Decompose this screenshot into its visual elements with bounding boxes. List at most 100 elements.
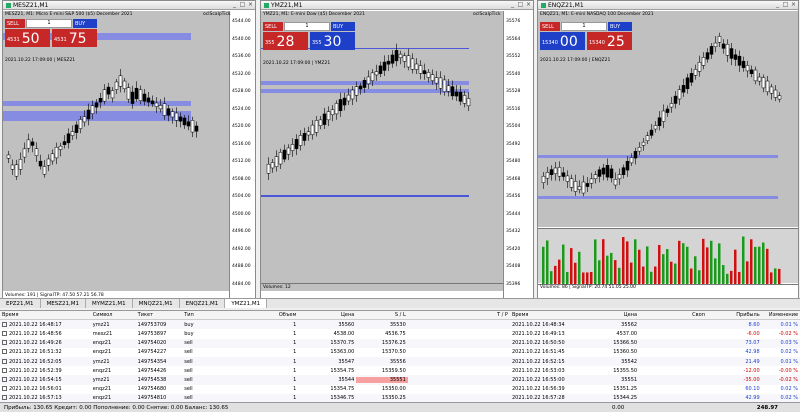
volume-input[interactable]: 1	[26, 19, 72, 28]
column-header[interactable]: Изменение	[762, 312, 800, 318]
chart-tab[interactable]: ENQZ21,M1	[180, 299, 226, 308]
chart-window-enqz21[interactable]: ENQZ21,M1 _ □ × ENQZ21, M1: E-mini NASDAQ …	[537, 0, 799, 302]
table-row[interactable]: 2021.10.22 16:49:26 enqz21 149754020 sell 1 1…	[0, 338, 800, 348]
chart-info: 2021.10.22 17:09:00 | YMZ21	[263, 61, 331, 66]
price-tick-label: 35480	[506, 159, 521, 164]
chart-tab[interactable]: MNQZ21,M1	[133, 299, 180, 308]
volume-bar	[722, 265, 725, 284]
table-cell: 149754426	[137, 367, 167, 374]
table-cell: sell	[184, 358, 193, 365]
table-cell: 4537.00	[616, 330, 638, 337]
table-cell: sell	[184, 386, 193, 393]
candle	[330, 109, 335, 115]
minimize-icon[interactable]: _	[774, 2, 781, 8]
maximize-icon[interactable]: □	[239, 2, 246, 8]
chart-tab[interactable]: YMZ21,M1	[225, 299, 268, 308]
candle	[557, 167, 562, 177]
candle	[454, 91, 459, 97]
column-header[interactable]: S / L	[356, 312, 407, 318]
bid-price[interactable]: 355 28	[263, 32, 308, 50]
maximize-icon[interactable]: □	[517, 2, 524, 8]
chart-window-mesz21[interactable]: MESZ21,M1 _ □ × 4544.00 4540.00 4536.00 4532.…	[2, 0, 256, 302]
minimize-icon[interactable]: _	[509, 2, 516, 8]
price-tick-label: 35504	[506, 124, 521, 129]
table-cell: 2021.10.22 16:48:56	[0, 330, 91, 337]
candle	[134, 87, 139, 100]
one-click-trading-panel: SELL 1 BUY 355 28 355 30	[263, 22, 368, 52]
candle	[186, 121, 191, 127]
column-header[interactable]: Цена	[581, 312, 639, 318]
ask-price[interactable]: 15340 25	[587, 32, 632, 50]
candle	[66, 133, 71, 144]
column-header[interactable]: Своп	[639, 312, 707, 318]
column-header[interactable]: Символ	[91, 312, 136, 318]
price-chart[interactable]	[3, 11, 231, 291]
volume-bar	[574, 262, 577, 284]
table-row[interactable]: 2021.10.22 16:52:05 ymz21 149754354 sell 1 35…	[0, 356, 800, 367]
volume-bar	[758, 246, 761, 284]
table-cell: 149753897	[137, 330, 167, 337]
volume-bar	[762, 242, 765, 284]
column-header[interactable]: Объем	[240, 312, 298, 318]
candle	[326, 111, 331, 121]
volume-input[interactable]: 1	[561, 22, 607, 31]
summary-text: Прибыль: 130.65 Кредит: 0.00 Пополнение:…	[4, 404, 229, 411]
buy-button[interactable]: BUY	[608, 22, 632, 31]
window-titlebar[interactable]: MESZ21,M1 _ □ ×	[3, 1, 255, 10]
column-header[interactable]: Время	[510, 312, 581, 318]
column-header[interactable]: Прибыль	[707, 312, 762, 318]
volume-bar	[718, 243, 721, 284]
close-icon[interactable]: ×	[247, 2, 254, 8]
maximize-icon[interactable]: □	[782, 2, 789, 8]
ask-price[interactable]: 355 30	[310, 32, 355, 50]
table-cell: sell	[184, 395, 193, 402]
close-icon[interactable]: ×	[525, 2, 532, 8]
minimize-icon[interactable]: _	[231, 2, 238, 8]
volume-bar	[746, 261, 749, 284]
buy-button[interactable]: BUY	[73, 19, 97, 28]
table-row[interactable]: 2021.10.22 16:54:15 ymz21 149754538 sell 1 35…	[0, 375, 800, 385]
sell-button[interactable]: SELL	[263, 22, 283, 31]
sell-button[interactable]: SELL	[540, 22, 560, 31]
volume-bar	[750, 239, 753, 284]
candle	[446, 85, 451, 92]
candle	[442, 79, 447, 92]
volume-input[interactable]: 1	[284, 22, 330, 31]
chart-window-ymz21[interactable]: YMZ21,M1 _ □ × 35576 35564 35552 35540 35528 35…	[260, 0, 534, 302]
table-cell: 149754680	[137, 386, 167, 393]
volume-subwindow[interactable]	[538, 228, 798, 284]
table-cell: 2021.10.22 16:56:01	[0, 386, 91, 392]
candle	[314, 120, 319, 133]
volume-bar	[694, 256, 697, 284]
buy-button[interactable]: BUY	[331, 22, 355, 31]
ask-price[interactable]: 4531 75	[52, 29, 97, 47]
table-cell: 1	[293, 330, 297, 337]
table-row[interactable]: 2021.10.22 16:51:32 enqz21 149754227 sell 1 1…	[0, 348, 800, 357]
table-row[interactable]: 2021.10.22 16:48:56 mesz21 149753897 buy 1 45…	[0, 329, 800, 338]
table-row[interactable]: 2021.10.22 16:48:17 ymz21 149753709 buy 1 355…	[0, 320, 800, 330]
column-header[interactable]: Тикет	[136, 312, 183, 318]
sell-button[interactable]: SELL	[5, 19, 25, 28]
chart-header: ENQZ21, M1: E-mini NASDAQ 100 December 2…	[540, 12, 654, 17]
column-header[interactable]: T / P	[408, 312, 510, 318]
table-cell: 2021.10.22 16:51:45	[511, 349, 565, 356]
table-row[interactable]: 2021.10.22 16:56:01 enqz21 149754680 sell 1 1…	[0, 385, 800, 394]
close-icon[interactable]: ×	[790, 2, 797, 8]
column-header[interactable]: Цена	[298, 312, 356, 318]
column-header[interactable]: Время	[0, 312, 91, 318]
table-cell: -0.02 %	[778, 376, 799, 383]
chart-tab[interactable]: MYMZ21,M1	[86, 299, 133, 308]
table-row[interactable]: 2021.10.22 16:52:39 enqz21 149754426 sell 1 1…	[0, 366, 800, 375]
bid-price[interactable]: 15340 00	[540, 32, 585, 50]
bid-price[interactable]: 4531 50	[5, 29, 50, 47]
column-header[interactable]: Тип	[182, 312, 240, 318]
table-cell: 15370.75	[330, 340, 355, 347]
volume-bar	[738, 271, 741, 284]
window-titlebar[interactable]: ENQZ21,M1 _ □ ×	[538, 1, 798, 10]
candle	[338, 99, 343, 111]
table-cell: -0.00 %	[778, 367, 799, 374]
window-titlebar[interactable]: YMZ21,M1 _ □ ×	[261, 1, 533, 10]
chart-tab[interactable]: MESZ21,M1	[41, 299, 87, 308]
table-cell: 1	[293, 395, 297, 402]
chart-tab[interactable]: EPZ21,M1	[0, 299, 41, 308]
